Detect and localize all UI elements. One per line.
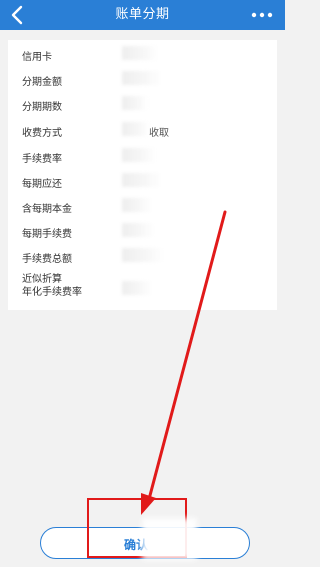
detail-label: 信用卡 <box>22 52 52 63</box>
detail-label: 每期应还 <box>22 179 62 190</box>
more-dots-icon[interactable] <box>249 3 275 27</box>
app-header: 账单分期 <box>0 0 285 30</box>
redacted-value <box>122 96 148 110</box>
detail-label-line2: 年化手续费率 <box>22 287 82 298</box>
fee-method-fragment: 收取 <box>149 128 169 139</box>
installment-details-card: 信用卡 分期金额 分期期数 收费方式 收取 手续费率 每期应还 含每期本金 每期… <box>8 40 277 310</box>
redacted-value <box>122 71 162 85</box>
detail-label: 分期金额 <box>22 77 62 88</box>
detail-label: 近似折算 年化手续费率 <box>22 273 82 299</box>
redacted-value <box>122 46 158 60</box>
redacted-value <box>122 122 150 136</box>
redacted-value <box>122 148 156 162</box>
highlight-box <box>87 498 187 558</box>
redacted-value <box>122 223 154 237</box>
detail-label: 收费方式 <box>22 128 62 139</box>
redacted-value <box>122 248 164 262</box>
redacted-value <box>122 281 152 295</box>
detail-label: 分期期数 <box>22 102 62 113</box>
redacted-value <box>122 173 162 187</box>
detail-label: 手续费率 <box>22 154 62 165</box>
detail-label-line1: 近似折算 <box>22 274 62 285</box>
detail-label: 每期手续费 <box>22 229 72 240</box>
detail-label: 手续费总额 <box>22 254 72 265</box>
redacted-value <box>122 198 152 212</box>
page-title: 账单分期 <box>115 7 170 22</box>
detail-label: 含每期本金 <box>22 204 72 215</box>
